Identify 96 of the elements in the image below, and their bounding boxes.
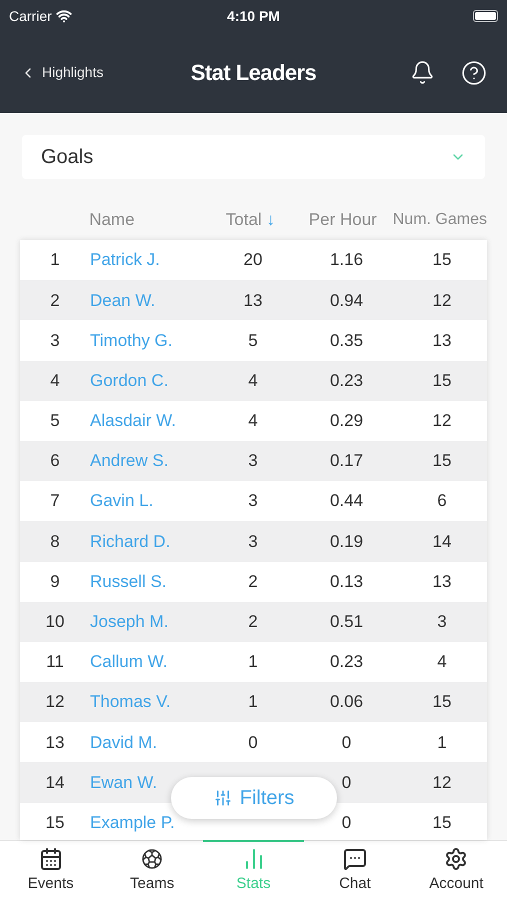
total-cell-text: 20 (244, 249, 262, 272)
wifi-icon (56, 8, 72, 24)
games-cell-text: 15 (432, 450, 452, 472)
rank-cell-text: 5 (50, 410, 60, 432)
per-hour-cell-text: 0.23 (330, 651, 364, 674)
column-header: Per Hour (308, 208, 377, 230)
total-cell-text: 2 (248, 611, 258, 634)
rank-cell-text: 10 (46, 611, 64, 634)
rank-cell-text: 8 (50, 530, 60, 553)
per-hour-cell-text: 1.16 (330, 249, 364, 272)
sliders-icon (214, 789, 232, 807)
games-cell-text: 12 (432, 290, 452, 312)
total-cell-text: 4 (248, 370, 258, 392)
page-title: Stat Leaders (190, 59, 316, 87)
per-hour-cell-text: 0.23 (330, 370, 364, 392)
games-cell-text: 15 (432, 691, 452, 714)
games-cell-text: 3 (437, 611, 447, 634)
rank-cell-text: 1 (50, 249, 60, 272)
player-name-link[interactable]: Alasdair W. (90, 411, 176, 430)
player-name-link[interactable]: Ewan W. (90, 772, 158, 792)
filters-button[interactable]: Filters (171, 777, 337, 819)
games-cell-text: 6 (437, 490, 447, 512)
per-hour-cell-text: 0.29 (330, 410, 364, 432)
rank-cell-text: 11 (46, 651, 64, 674)
games-cell-text: 15 (432, 812, 452, 834)
player-name-link[interactable]: Andrew S. (90, 451, 168, 470)
status-time: 4:10 PM (227, 6, 280, 26)
rank-cell-text: 4 (50, 370, 60, 392)
total-cell-text: 3 (248, 450, 258, 472)
tab-bar-item[interactable]: Account (406, 840, 507, 900)
total-cell-text: 1 (248, 691, 258, 714)
rank-cell-text: 9 (50, 570, 60, 593)
per-hour-cell-text: 0 (342, 812, 352, 834)
soccer-ball-icon (140, 846, 164, 871)
column-header: Num. Games (392, 210, 487, 230)
per-hour-cell-text: 0.94 (330, 290, 364, 312)
total-cell-text: 1 (248, 651, 258, 674)
player-name-link[interactable]: Gordon C. (90, 370, 168, 390)
player-name-link[interactable]: Timothy G. (90, 330, 172, 350)
player-name-link[interactable]: Richard D. (90, 532, 170, 551)
games-cell-text: 1 (437, 732, 447, 754)
battery-icon (473, 10, 498, 22)
total-cell-text: 3 (248, 530, 258, 553)
help-button[interactable] (461, 60, 487, 86)
rank-cell-text: 14 (46, 772, 64, 794)
per-hour-cell-text: 0.51 (330, 611, 364, 634)
rank-cell-text: 15 (46, 812, 64, 834)
per-hour-cell-text: 0.44 (330, 490, 364, 512)
per-hour-cell-text: 0.35 (330, 330, 364, 352)
games-cell-text: 12 (432, 410, 452, 432)
rank-cell-text: 2 (50, 290, 60, 312)
tab-bar-item[interactable]: Stats (202, 840, 304, 900)
games-cell-text: 13 (432, 570, 452, 593)
games-cell-text: 15 (432, 370, 452, 392)
per-hour-cell-text: 0 (342, 772, 352, 794)
per-hour-cell-text: 0.17 (330, 450, 364, 472)
notifications-button[interactable] (410, 60, 435, 85)
sort-column-header[interactable]: Total ↓ (226, 206, 275, 232)
stat-dropdown[interactable]: Goals (22, 135, 485, 179)
total-cell-text: 13 (244, 290, 262, 312)
chat-bubble-icon (342, 846, 367, 871)
tab-bar-item[interactable]: Teams (101, 840, 203, 900)
games-cell-text: 12 (432, 772, 452, 794)
player-name-link[interactable]: Patrick J. (90, 250, 160, 270)
back-button[interactable]: Highlights (20, 62, 150, 83)
rank-cell-text: 3 (50, 330, 60, 352)
games-cell-text: 4 (437, 651, 447, 674)
games-cell-text: 14 (432, 530, 452, 553)
settings-icon (444, 846, 468, 871)
player-name-link[interactable]: Callum W. (90, 652, 168, 672)
per-hour-cell-text: 0.19 (330, 530, 364, 553)
rank-cell-text: 7 (50, 490, 60, 512)
player-name-link[interactable]: Russell S. (90, 572, 167, 591)
total-cell-text: 3 (248, 490, 258, 512)
per-hour-cell-text: 0.13 (330, 570, 364, 593)
rank-cell-text: 12 (46, 691, 64, 714)
per-hour-cell-text: 0 (342, 732, 352, 754)
player-name-link[interactable]: Joseph M. (90, 612, 168, 632)
carrier-label: Carrier (9, 6, 52, 26)
games-cell-text: 15 (432, 249, 452, 272)
player-name-link[interactable]: Thomas V. (90, 692, 171, 712)
player-name-link[interactable]: Gavin L. (90, 491, 154, 510)
player-name-link[interactable]: David M. (90, 732, 158, 752)
rank-cell-text: 13 (46, 732, 64, 754)
calendar-icon (38, 846, 63, 871)
tab-bar-item[interactable]: Chat (304, 840, 406, 900)
total-cell-text: 2 (248, 570, 258, 593)
rank-cell-text: 6 (50, 450, 60, 472)
column-header: Name (89, 210, 135, 228)
tab-bar-item[interactable]: Events (0, 840, 102, 900)
total-cell-text: 0 (248, 732, 258, 754)
games-cell-text: 13 (432, 330, 452, 352)
per-hour-cell-text: 0.06 (330, 691, 364, 714)
player-name-link[interactable]: Dean W. (90, 290, 156, 310)
total-cell-text: 4 (248, 410, 258, 432)
total-cell-text: 5 (248, 330, 258, 352)
